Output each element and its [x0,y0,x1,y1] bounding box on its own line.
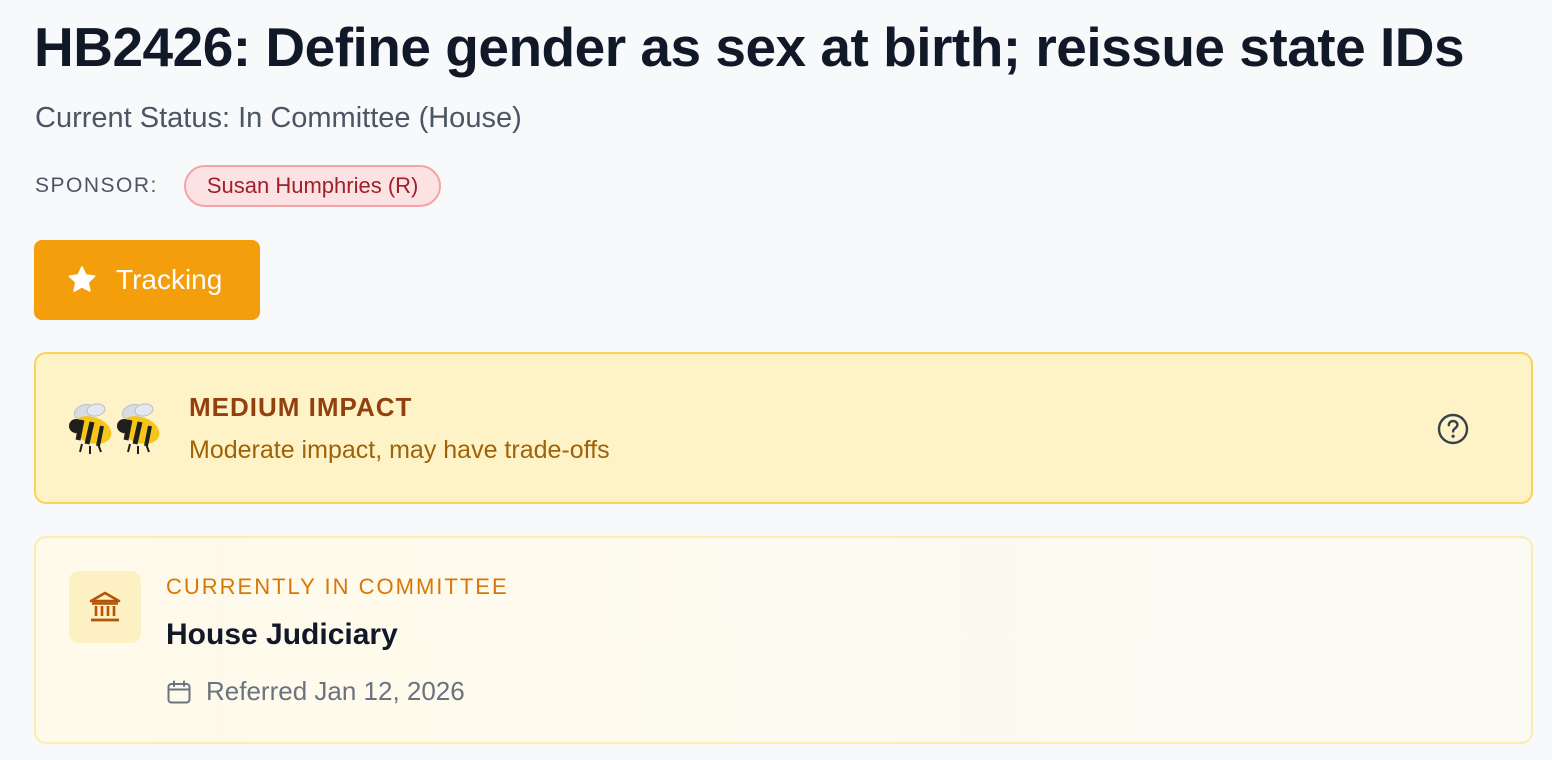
bee-icon [117,403,160,454]
sponsor-label: SPONSOR: [35,174,158,197]
committee-status-label: CURRENTLY IN COMMITTEE [166,574,509,599]
bill-detail-page: HB2426: Define gender as sex at birth; r… [0,0,1552,760]
bee-icon [69,403,112,454]
building-columns-icon [69,571,141,643]
referred-date: Referred Jan 12, 2026 [206,676,465,706]
referred-date-row: Referred Jan 12, 2026 [166,676,465,707]
impact-rating [68,400,168,456]
star-icon [66,264,98,296]
page-title: HB2426: Define gender as sex at birth; r… [34,16,1465,78]
impact-card: MEDIUM IMPACT Moderate impact, may have … [34,352,1533,504]
help-circle-icon[interactable] [1436,412,1470,446]
sponsor-row: SPONSOR: Susan Humphries (R) [35,164,442,208]
committee-card: CURRENTLY IN COMMITTEE House Judiciary R… [34,536,1533,744]
tracking-label: Tracking [116,264,223,295]
bill-status: Current Status: In Committee (House) [35,102,522,134]
sponsor-chip[interactable]: Susan Humphries (R) [183,165,442,207]
impact-description: Moderate impact, may have trade-offs [189,436,610,464]
calendar-icon [166,679,192,705]
impact-title: MEDIUM IMPACT [189,392,413,422]
tracking-button[interactable]: Tracking [34,240,260,320]
committee-name: House Judiciary [166,618,398,651]
